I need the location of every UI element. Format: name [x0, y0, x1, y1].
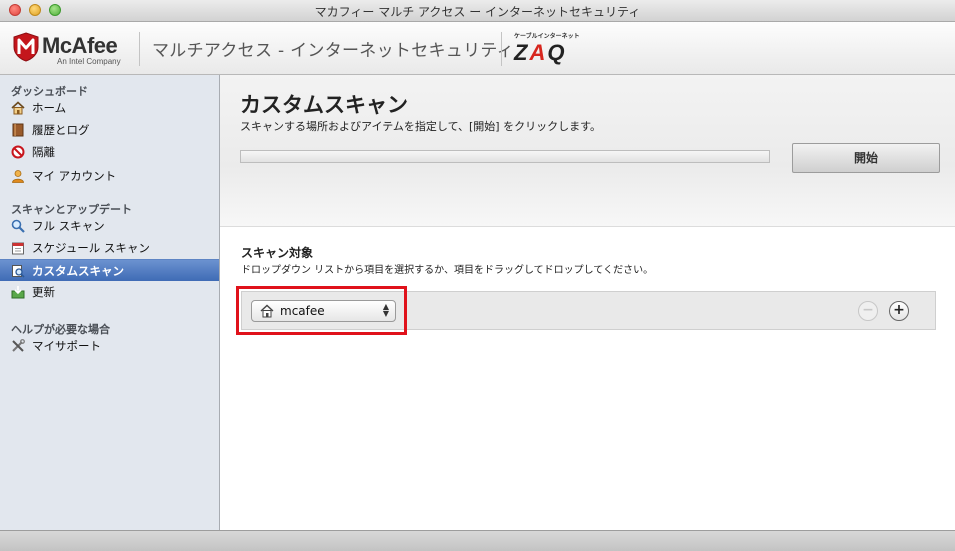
- tools-icon: [12, 339, 25, 352]
- user-icon: [12, 170, 24, 183]
- sidebar-item-my-account[interactable]: マイ アカウント: [0, 165, 219, 187]
- window-title: マカフィー マルチ アクセス ー インターネットセキュリティ: [314, 5, 641, 19]
- sidebar-item-label: 隔離: [32, 145, 55, 159]
- mcafee-shield-icon: [13, 32, 39, 62]
- zaq-caption: ケーブルインターネット: [514, 33, 580, 40]
- sidebar-item-my-support[interactable]: マイサポート: [0, 335, 219, 357]
- sidebar-item-label: マイ アカウント: [32, 169, 117, 183]
- window-titlebar: マカフィー マルチ アクセス ー インターネットセキュリティ: [0, 0, 955, 22]
- remove-target-button[interactable]: −: [858, 301, 878, 321]
- product-name: マルチアクセス - インターネットセキュリティ: [152, 41, 514, 61]
- sidebar-item-label: ホーム: [32, 101, 67, 115]
- custom-scan-icon: [12, 265, 25, 278]
- page-description: スキャンする場所およびアイテムを指定して、[開始] をクリックします。: [240, 120, 601, 133]
- book-icon: [12, 123, 24, 137]
- sidebar-item-scheduled-scan[interactable]: スケジュール スキャン: [0, 237, 219, 259]
- header-divider: [501, 32, 502, 66]
- sidebar-item-label: マイサポート: [32, 339, 101, 353]
- app-header: McAfee An Intel Company マルチアクセス - インターネッ…: [0, 22, 955, 75]
- start-button[interactable]: 開始: [792, 143, 940, 173]
- sidebar-item-label: カスタムスキャン: [32, 264, 124, 278]
- page-title: カスタムスキャン: [240, 93, 408, 117]
- scan-target-title: スキャン対象: [241, 246, 314, 260]
- header-divider: [139, 32, 140, 66]
- mcafee-logo-text: McAfee: [42, 33, 118, 58]
- magnifier-icon: [11, 219, 25, 233]
- sidebar-item-label: 更新: [32, 285, 55, 299]
- add-target-button[interactable]: +: [889, 301, 909, 321]
- sidebar-item-home[interactable]: ホーム: [0, 97, 219, 119]
- prohibited-icon: [11, 145, 25, 159]
- sidebar-item-update[interactable]: 更新: [0, 281, 219, 303]
- download-icon: [11, 286, 25, 299]
- scan-header-panel: カスタムスキャン スキャンする場所およびアイテムを指定して、[開始] をクリック…: [220, 75, 955, 227]
- annotation-highlight: [236, 286, 407, 335]
- sidebar-item-label: スケジュール スキャン: [32, 241, 150, 255]
- sidebar-item-quarantine[interactable]: 隔離: [0, 141, 219, 163]
- sidebar-item-label: 履歴とログ: [32, 123, 90, 137]
- sidebar-item-full-scan[interactable]: フル スキャン: [0, 215, 219, 237]
- sidebar-item-custom-scan[interactable]: カスタムスキャン: [0, 259, 219, 281]
- window-statusbar: [0, 530, 955, 551]
- sidebar: ダッシュボード ホーム 履歴とログ 隔離 マイ アカウント スキャンとアップデー…: [0, 75, 220, 530]
- sidebar-item-history[interactable]: 履歴とログ: [0, 119, 219, 141]
- sidebar-item-label: フル スキャン: [32, 219, 105, 233]
- scan-target-description: ドロップダウン リストから項目を選択するか、項目をドラッグしてドロップしてくださ…: [241, 265, 654, 276]
- calendar-icon: [12, 242, 24, 255]
- scan-progress-bar: [240, 150, 770, 163]
- mcafee-logo-subtitle: An Intel Company: [57, 57, 121, 66]
- zaq-logo: ZAQ: [514, 40, 567, 65]
- home-icon: [11, 101, 25, 115]
